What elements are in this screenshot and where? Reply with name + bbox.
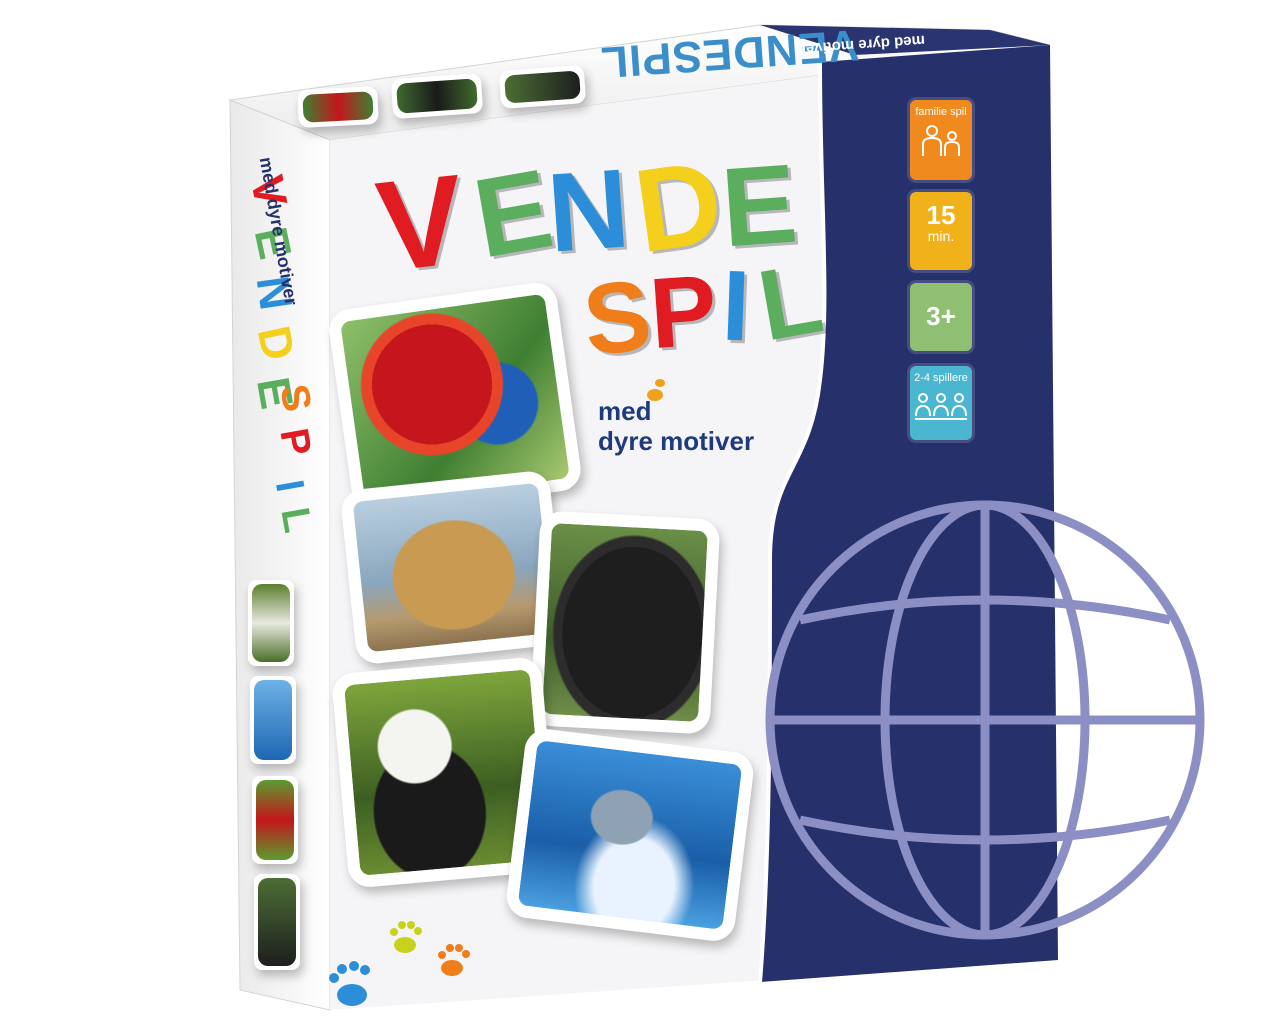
title-letter: N: [543, 145, 634, 276]
tagline-line2: dyre motiver: [598, 426, 755, 456]
badge-age: 3+: [910, 283, 972, 351]
globe-icon: [765, 500, 1205, 940]
title-letter: D: [627, 135, 730, 279]
dolphin-photo: [517, 740, 743, 930]
badge-family: familie spil: [910, 100, 972, 180]
card-cheetah: [339, 469, 567, 666]
tagline-line1: med: [598, 396, 652, 426]
badge-time: 15 min.: [910, 192, 972, 270]
spine-card-parrot: [252, 776, 298, 864]
spine-card-gorilla: [254, 874, 300, 970]
badge-players-caption: 2-4 spillere: [914, 372, 968, 384]
card-dolphin: [504, 726, 756, 944]
badge-time-value: 15: [926, 200, 956, 230]
three-people-icon: [915, 393, 967, 420]
badge-age-value: 3+: [926, 301, 956, 331]
product-scene: VENDESPIL med dyre motiver V E N D E S P…: [0, 0, 1280, 1021]
gorilla-photo: [542, 523, 708, 722]
two-people-icon: [922, 125, 960, 156]
top-card-gorilla-2: [498, 65, 587, 109]
title-letter: V: [370, 147, 471, 300]
title-letter: P: [646, 253, 721, 371]
spine-card-dolphin: [250, 676, 296, 764]
top-card-gorilla: [390, 72, 484, 120]
badge-family-caption: familie spil: [915, 106, 967, 118]
spine-card-panda: [248, 580, 294, 666]
badge-time-unit: min.: [927, 228, 955, 244]
title-letter: S: [578, 258, 657, 378]
badge-players: 2-4 spillere: [910, 366, 972, 440]
title-letter: I: [720, 249, 752, 363]
cheetah-photo: [352, 482, 554, 653]
card-gorilla: [529, 510, 721, 735]
top-card-parrot: [297, 85, 379, 129]
